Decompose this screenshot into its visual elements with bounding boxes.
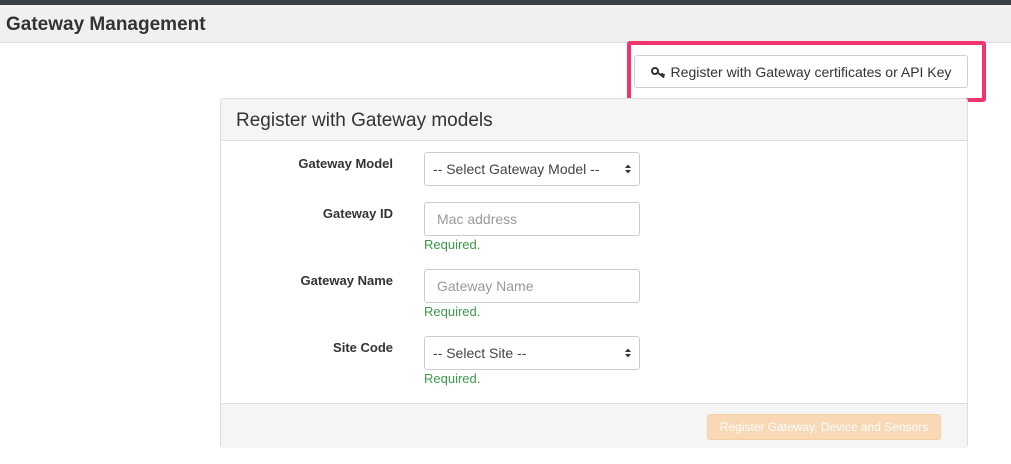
register-panel: Register with Gateway models Gateway Mod… — [220, 98, 968, 448]
site-code-required-hint: Required. — [424, 371, 481, 386]
gateway-model-label: Gateway Model — [298, 156, 393, 171]
gateway-name-label: Gateway Name — [300, 273, 394, 288]
site-code-select[interactable]: -- Select Site -- — [424, 336, 640, 370]
page-header: Gateway Management — [0, 5, 1011, 43]
gateway-name-input[interactable] — [424, 269, 640, 303]
gateway-id-required-hint: Required. — [424, 237, 481, 252]
gateway-model-select[interactable]: -- Select Gateway Model -- — [424, 152, 640, 186]
gateway-id-label: Gateway ID — [322, 206, 393, 221]
site-code-label: Site Code — [333, 340, 393, 355]
gateway-name-required-hint: Required. — [424, 304, 481, 319]
register-with-certificates-label: Register with Gateway certificates or AP… — [670, 63, 952, 80]
register-with-certificates-button[interactable]: Register with Gateway certificates or AP… — [634, 55, 968, 88]
panel-title: Register with Gateway models — [236, 110, 493, 131]
key-icon — [650, 66, 665, 78]
register-gateway-submit-button[interactable]: Register Gateway, Device and Sensors — [707, 414, 941, 440]
select-arrows-icon — [625, 348, 631, 358]
page-title: Gateway Management — [6, 14, 206, 35]
panel-heading: Register with Gateway models — [221, 99, 967, 141]
panel-footer: Register Gateway, Device and Sensors — [221, 403, 967, 448]
gateway-id-input[interactable] — [424, 202, 640, 236]
site-code-selected-value: -- Select Site -- — [433, 345, 527, 361]
gateway-model-selected-value: -- Select Gateway Model -- — [433, 161, 600, 177]
select-arrows-icon — [625, 164, 631, 174]
